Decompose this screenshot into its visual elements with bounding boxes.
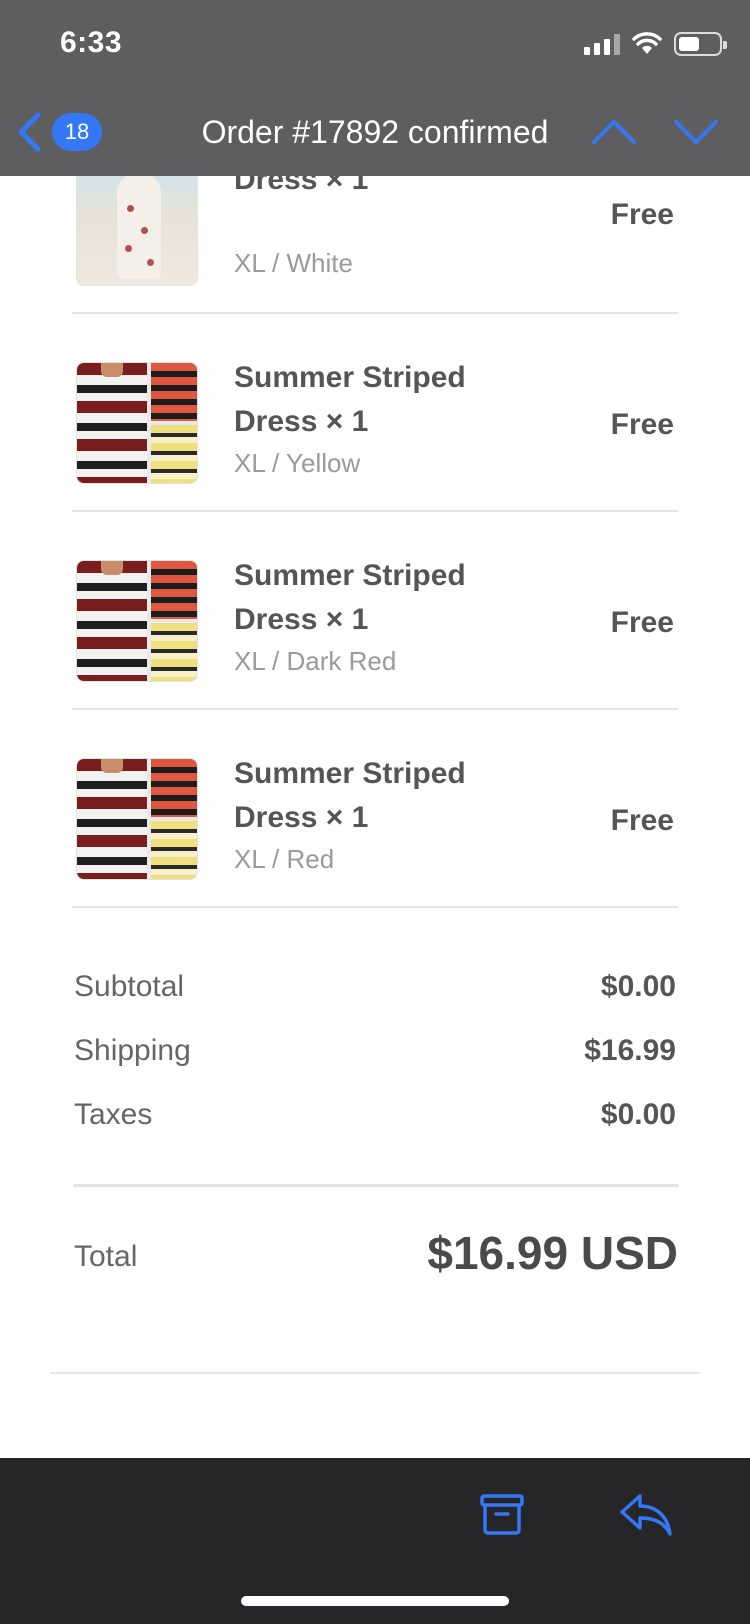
product-variant: XL / Red — [234, 844, 335, 874]
archive-button[interactable] — [476, 1488, 528, 1540]
back-button[interactable]: 18 — [16, 110, 116, 154]
total-row: Total $16.99 USD — [74, 1226, 678, 1296]
taxes-value: $0.00 — [600, 1098, 676, 1131]
order-totals: Subtotal $0.00 Shipping $16.99 Taxes $0.… — [74, 958, 676, 1150]
reply-icon — [620, 1494, 672, 1536]
product-name: Summer Striped Dress × 1 — [234, 559, 466, 636]
totals-divider — [74, 1184, 678, 1187]
list-item: Summer Striped Dress × 1 XL / Yellow Fre… — [72, 314, 678, 512]
taxes-label: Taxes — [74, 1098, 153, 1131]
shipping-row: Shipping $16.99 — [74, 1022, 676, 1086]
product-name: Summer Striped Dress × 1 — [234, 757, 466, 834]
order-items-list: Floral Print Beach Dress × 1 XL / White … — [0, 119, 750, 908]
section-divider — [50, 1372, 700, 1374]
list-item: Summer Striped Dress × 1 XL / Dark Red F… — [72, 512, 678, 710]
product-image — [76, 362, 198, 484]
product-variant: XL / White — [234, 248, 353, 278]
nav-row: 18 Order #17892 confirmed — [0, 104, 750, 164]
home-indicator — [241, 1596, 509, 1606]
wifi-icon — [632, 32, 662, 54]
bottom-toolbar — [0, 1458, 750, 1624]
status-time: 6:33 — [60, 26, 123, 59]
next-message-button[interactable] — [672, 110, 720, 154]
shipping-label: Shipping — [74, 1034, 191, 1067]
list-item: Summer Striped Dress × 1 XL / Red Free — [72, 710, 678, 908]
shipping-value: $16.99 — [584, 1034, 676, 1067]
product-variant: XL / Dark Red — [234, 646, 397, 676]
product-image — [76, 560, 198, 682]
product-variant: XL / Yellow — [234, 448, 361, 478]
battery-icon — [674, 32, 727, 56]
product-price: Free — [610, 408, 674, 441]
back-chevron-icon — [18, 112, 41, 152]
product-price: Free — [610, 606, 674, 639]
previous-message-button[interactable] — [590, 110, 638, 154]
subtotal-label: Subtotal — [74, 970, 185, 1003]
product-image — [76, 758, 198, 880]
status-icons — [584, 32, 727, 56]
total-label: Total — [74, 1240, 138, 1273]
signal-icon — [584, 33, 620, 55]
taxes-row: Taxes $0.00 — [74, 1086, 676, 1150]
unread-count-badge: 18 — [52, 113, 102, 151]
subtotal-row: Subtotal $0.00 — [74, 958, 676, 1022]
product-price: Free — [610, 198, 674, 231]
total-value: $16.99 USD — [427, 1227, 678, 1279]
archive-icon — [480, 1494, 524, 1535]
product-image — [76, 164, 198, 286]
subtotal-value: $0.00 — [600, 970, 676, 1003]
chevron-down-icon — [674, 120, 718, 144]
top-bar: 6:33 18 Order #17892 confirmed — [0, 0, 750, 176]
chevron-up-icon — [592, 120, 636, 144]
product-price: Free — [610, 804, 674, 837]
product-name: Summer Striped Dress × 1 — [234, 361, 466, 438]
reply-button[interactable] — [618, 1488, 674, 1540]
